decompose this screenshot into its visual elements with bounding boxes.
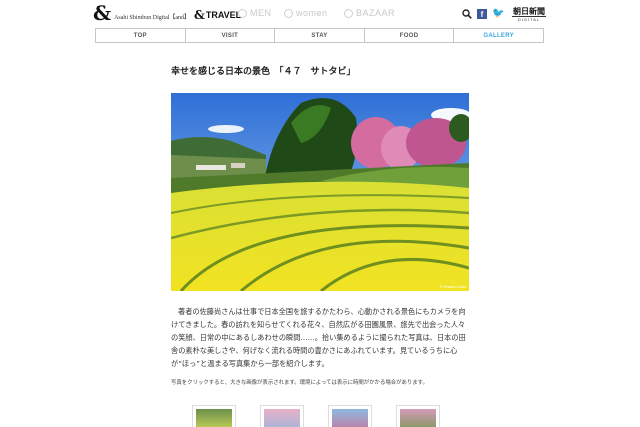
travel-amp: & xyxy=(194,8,205,22)
tab-stay[interactable]: STAY xyxy=(275,29,365,42)
bazaar-circle-icon xyxy=(344,8,353,18)
asahi-logo[interactable]: 朝日新聞 DIGITAL xyxy=(512,7,546,22)
site-link-women[interactable]: women xyxy=(284,8,328,18)
thumbnail[interactable] xyxy=(192,405,236,427)
men-label: MEN xyxy=(250,8,272,18)
bazaar-label: BAZAAR xyxy=(356,8,396,18)
page-title: 幸せを感じる日本の景色 「４７ サトタビ」 xyxy=(171,67,356,77)
main-nav: TOP VISIT STAY FOOD GALLERY xyxy=(95,28,544,43)
twitter-icon[interactable]: 🐦 xyxy=(492,9,504,19)
brand[interactable]: & Asahi Shimbun Digital【and】 xyxy=(93,1,191,25)
tab-gallery[interactable]: GALLERY xyxy=(454,29,543,42)
site-link-bazaar[interactable]: BAZAAR xyxy=(344,8,395,18)
travel-label: TRAVEL xyxy=(205,10,242,20)
rapeseed-field-image xyxy=(171,93,469,291)
social-icons: f 🐦 xyxy=(462,9,504,19)
men-circle-icon xyxy=(238,8,247,18)
main-photo[interactable]: © Hisashi Sato xyxy=(171,93,469,291)
asahi-sub: DIGITAL xyxy=(512,16,546,22)
asahi-name: 朝日新聞 xyxy=(513,6,545,16)
search-icon[interactable] xyxy=(462,9,472,19)
women-label: women xyxy=(296,8,328,18)
thumbnail-strip xyxy=(192,405,464,427)
site-link-men[interactable]: MEN xyxy=(238,8,272,18)
thumbnail[interactable] xyxy=(260,405,304,427)
click-note: 写真をクリックすると、大きな画像が表示されます。環境によっては表示に時間がかかる… xyxy=(171,380,428,386)
article-description: 著者の佐藤尚さんは仕事で日本全国を旅するかたわら、心動かされる景色にもカメラを向… xyxy=(171,307,466,368)
thumbnail[interactable] xyxy=(396,405,440,427)
facebook-icon[interactable]: f xyxy=(477,9,487,19)
thumbnail[interactable] xyxy=(328,405,372,427)
and-logo: & xyxy=(93,1,112,25)
tab-visit[interactable]: VISIT xyxy=(186,29,276,42)
tab-top[interactable]: TOP xyxy=(96,29,186,42)
photo-credit: © Hisashi Sato xyxy=(439,284,466,289)
women-circle-icon xyxy=(284,8,293,18)
brand-text: Asahi Shimbun Digital【and】 xyxy=(114,14,191,21)
tab-food[interactable]: FOOD xyxy=(365,29,455,42)
site-link-travel[interactable]: & TRAVEL xyxy=(194,8,241,22)
top-bar: & Asahi Shimbun Digital【and】 & TRAVEL ME… xyxy=(0,0,640,27)
